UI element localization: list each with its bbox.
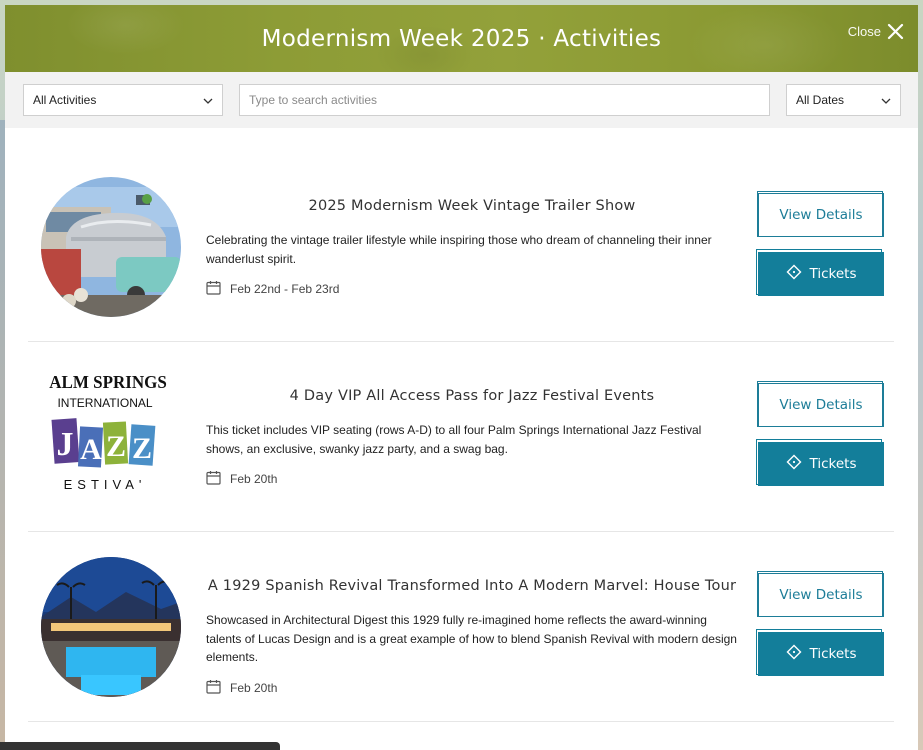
dates-select-value: All Dates <box>796 93 845 107</box>
category-select-value: All Activities <box>33 93 97 107</box>
activities-modal: Modernism Week 2025 · Activities Close A… <box>5 5 918 750</box>
logo-line-1: ALM SPRINGS <box>49 372 167 392</box>
ticket-icon <box>786 264 802 284</box>
ticket-icon <box>786 644 802 664</box>
activity-actions: View Details Tickets <box>756 191 884 296</box>
view-details-button[interactable]: View Details <box>757 381 884 427</box>
tickets-button[interactable]: Tickets <box>756 629 884 676</box>
tickets-label: Tickets <box>809 646 857 662</box>
activity-actions: View Details Tickets <box>756 381 884 486</box>
view-details-button[interactable]: View Details <box>757 191 884 237</box>
activity-date: Feb 20th <box>206 679 738 697</box>
activity-list: 2025 Modernism Week Vintage Trailer Show… <box>5 128 918 722</box>
trailer-show-image[interactable] <box>41 177 181 317</box>
close-button[interactable]: Close <box>848 23 904 40</box>
logo-jazz-a: A <box>80 433 102 466</box>
activity-actions: View Details Tickets <box>756 571 884 676</box>
tickets-label: Tickets <box>809 456 857 472</box>
activity-item: A 1929 Spanish Revival Transformed Into … <box>28 532 894 722</box>
activity-date-text: Feb 20th <box>230 680 278 695</box>
activity-title[interactable]: A 1929 Spanish Revival Transformed Into … <box>206 578 738 594</box>
activity-date: Feb 20th <box>206 470 738 488</box>
tickets-button[interactable]: Tickets <box>756 249 884 296</box>
activity-date-text: Feb 20th <box>230 472 278 486</box>
dates-select[interactable]: All Dates <box>786 84 901 116</box>
close-icon <box>887 23 904 40</box>
logo-jazz-j: J <box>57 426 74 463</box>
calendar-icon <box>206 470 221 488</box>
activity-content: 2025 Modernism Week Vintage Trailer Show… <box>206 198 738 298</box>
activity-item: 2025 Modernism Week Vintage Trailer Show… <box>28 128 894 342</box>
ticket-icon <box>786 454 802 474</box>
logo-line-2: INTERNATIONAL <box>57 396 152 410</box>
activity-title[interactable]: 4 Day VIP All Access Pass for Jazz Festi… <box>206 388 738 404</box>
activity-date-text: Feb 22nd - Feb 23rd <box>230 282 340 296</box>
activity-date: Feb 22nd - Feb 23rd <box>206 280 738 298</box>
activity-content: A 1929 Spanish Revival Transformed Into … <box>206 578 738 697</box>
tickets-button[interactable]: Tickets <box>756 439 884 486</box>
logo-jazz-z2: Z <box>132 432 152 465</box>
jazz-festival-logo[interactable]: ALM SPRINGS INTERNATIONAL J A Z Z ESTIVA… <box>41 367 181 507</box>
activity-description: Celebrating the vintage trailer lifestyl… <box>206 233 712 266</box>
close-label: Close <box>847 24 881 39</box>
tickets-label: Tickets <box>809 266 857 282</box>
activity-item: ALM SPRINGS INTERNATIONAL J A Z Z ESTIVA… <box>28 342 894 532</box>
modal-title: Modernism Week 2025 · Activities <box>261 25 662 52</box>
house-tour-image[interactable] <box>41 557 181 697</box>
search-input[interactable] <box>239 84 770 116</box>
browser-status-bar <box>0 742 280 750</box>
logo-jazz-z1: Z <box>106 430 126 463</box>
category-select[interactable]: All Activities <box>23 84 223 116</box>
logo-line-3: ESTIVA' <box>64 477 147 492</box>
activity-description: This ticket includes VIP seating (rows A… <box>206 423 702 456</box>
view-details-button[interactable]: View Details <box>757 571 884 617</box>
activity-description: Showcased in Architectural Digest this 1… <box>206 613 737 664</box>
activity-title[interactable]: 2025 Modernism Week Vintage Trailer Show <box>206 198 738 214</box>
chevron-down-icon <box>203 93 213 107</box>
filter-bar: All Activities All Dates <box>5 72 918 128</box>
chevron-down-icon <box>881 93 891 107</box>
activity-content: 4 Day VIP All Access Pass for Jazz Festi… <box>206 388 738 488</box>
calendar-icon <box>206 679 221 697</box>
calendar-icon <box>206 280 221 298</box>
modal-header: Modernism Week 2025 · Activities Close <box>5 5 918 72</box>
